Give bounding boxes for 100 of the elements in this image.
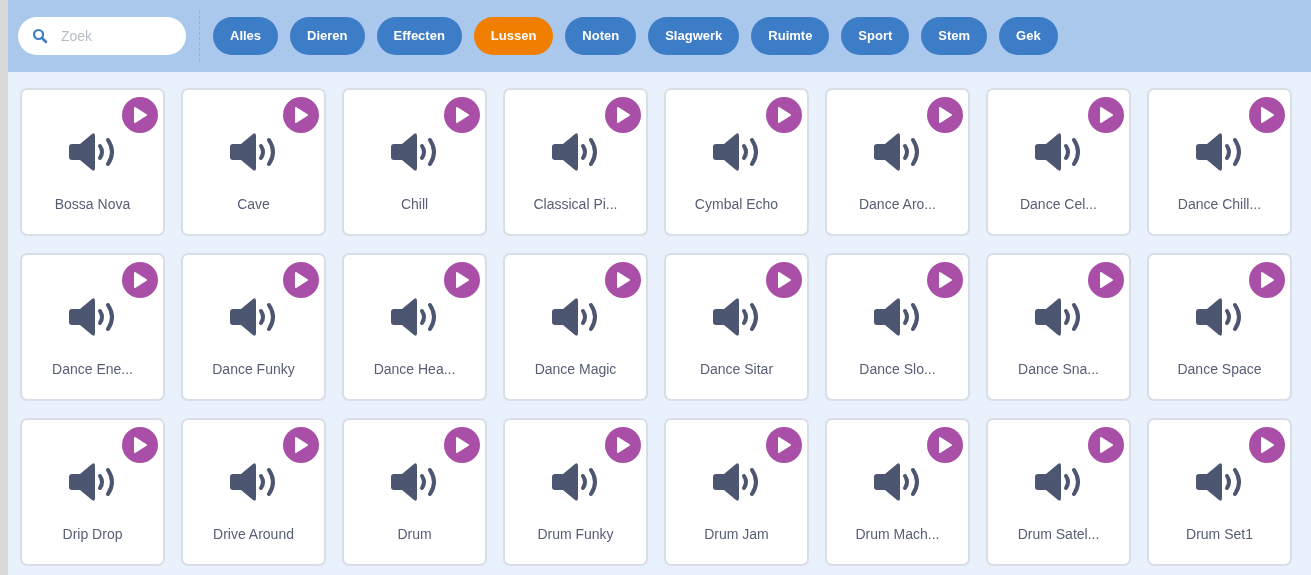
- play-icon: [1259, 106, 1275, 124]
- play-icon: [937, 271, 953, 289]
- sound-name: Dance Slo...: [859, 360, 936, 379]
- sound-name: Drum Mach...: [855, 525, 940, 544]
- play-icon: [454, 271, 470, 289]
- sound-name: Dance Sna...: [1018, 360, 1099, 379]
- sound-card[interactable]: Dance Funky: [181, 253, 326, 401]
- sound-card[interactable]: Drip Drop: [20, 418, 165, 566]
- search-field[interactable]: Zoek: [18, 17, 186, 55]
- category-tab[interactable]: Alles: [213, 17, 279, 55]
- play-button[interactable]: [1249, 262, 1285, 298]
- sound-name: Drum Funky: [537, 525, 614, 544]
- sound-name: Classical Pi...: [533, 195, 618, 214]
- play-icon: [1098, 271, 1114, 289]
- play-icon: [293, 436, 309, 454]
- sound-card[interactable]: Drum Satel...: [986, 418, 1131, 566]
- category-tab[interactable]: Ruimte: [751, 17, 830, 55]
- sound-card[interactable]: Drum Jam: [664, 418, 809, 566]
- play-button[interactable]: [927, 427, 963, 463]
- play-button[interactable]: [1249, 427, 1285, 463]
- play-icon: [132, 436, 148, 454]
- sound-card[interactable]: Dance Sna...: [986, 253, 1131, 401]
- play-icon: [776, 436, 792, 454]
- play-button[interactable]: [927, 262, 963, 298]
- play-icon: [132, 271, 148, 289]
- sound-card[interactable]: Dance Cel...: [986, 88, 1131, 236]
- search-icon: [32, 28, 48, 44]
- sound-card[interactable]: Dance Sitar: [664, 253, 809, 401]
- play-button[interactable]: [1249, 97, 1285, 133]
- play-button[interactable]: [927, 97, 963, 133]
- sound-card[interactable]: Dance Space: [1147, 253, 1292, 401]
- sound-name: Dance Cel...: [1019, 195, 1097, 214]
- sound-card[interactable]: Drum Mach...: [825, 418, 970, 566]
- sound-name: Dance Space: [1177, 360, 1262, 379]
- sound-card[interactable]: Dance Chill...: [1147, 88, 1292, 236]
- sound-card[interactable]: Chill: [342, 88, 487, 236]
- sound-card[interactable]: Dance Hea...: [342, 253, 487, 401]
- category-tab[interactable]: Noten: [565, 17, 637, 55]
- sound-card[interactable]: Dance Aro...: [825, 88, 970, 236]
- sound-name: Dance Ene...: [52, 360, 133, 379]
- play-icon: [454, 436, 470, 454]
- sound-name: Drum Set1: [1186, 525, 1253, 544]
- sound-card[interactable]: Cymbal Echo: [664, 88, 809, 236]
- play-button[interactable]: [1088, 427, 1124, 463]
- play-icon: [1259, 271, 1275, 289]
- sound-name: Cave: [237, 195, 270, 214]
- play-button[interactable]: [444, 97, 480, 133]
- sound-name: Dance Funky: [212, 360, 295, 379]
- play-icon: [293, 271, 309, 289]
- category-tab[interactable]: Effecten: [376, 17, 462, 55]
- sound-card[interactable]: Classical Pi...: [503, 88, 648, 236]
- play-icon: [776, 106, 792, 124]
- sound-name: Cymbal Echo: [694, 195, 779, 214]
- sound-card[interactable]: Cave: [181, 88, 326, 236]
- sound-card[interactable]: Drum Funky: [503, 418, 648, 566]
- play-button[interactable]: [283, 262, 319, 298]
- category-tab[interactable]: Stem: [921, 17, 988, 55]
- play-icon: [454, 106, 470, 124]
- category-tab[interactable]: Slagwerk: [648, 17, 740, 55]
- sound-name: Drip Drop: [62, 525, 123, 544]
- sound-card[interactable]: Drum: [342, 418, 487, 566]
- sound-card[interactable]: Dance Slo...: [825, 253, 970, 401]
- play-button[interactable]: [1088, 97, 1124, 133]
- play-button[interactable]: [122, 427, 158, 463]
- sound-name: Dance Chill...: [1177, 195, 1262, 214]
- play-button[interactable]: [766, 427, 802, 463]
- play-button[interactable]: [444, 427, 480, 463]
- sound-card[interactable]: Dance Magic: [503, 253, 648, 401]
- category-tab[interactable]: Gek: [999, 17, 1058, 55]
- sound-name: Dance Aro...: [858, 195, 936, 214]
- sound-card[interactable]: Bossa Nova: [20, 88, 165, 236]
- play-button[interactable]: [122, 262, 158, 298]
- sound-name: Drive Around: [213, 525, 294, 544]
- play-button[interactable]: [605, 97, 641, 133]
- play-button[interactable]: [766, 97, 802, 133]
- play-button[interactable]: [605, 427, 641, 463]
- play-button[interactable]: [444, 262, 480, 298]
- sound-name: Dance Sitar: [699, 360, 774, 379]
- play-icon: [1259, 436, 1275, 454]
- play-icon: [132, 106, 148, 124]
- play-button[interactable]: [766, 262, 802, 298]
- play-button[interactable]: [283, 427, 319, 463]
- play-icon: [937, 106, 953, 124]
- category-tab[interactable]: Sport: [841, 17, 910, 55]
- play-icon: [1098, 106, 1114, 124]
- play-button[interactable]: [122, 97, 158, 133]
- play-button[interactable]: [605, 262, 641, 298]
- sound-name: Bossa Nova: [54, 195, 131, 214]
- category-tab[interactable]: Dieren: [290, 17, 365, 55]
- play-icon: [615, 271, 631, 289]
- sound-name: Dance Hea...: [373, 360, 456, 379]
- sound-card[interactable]: Drive Around: [181, 418, 326, 566]
- play-icon: [615, 436, 631, 454]
- play-button[interactable]: [283, 97, 319, 133]
- sound-name: Drum: [397, 525, 432, 544]
- play-button[interactable]: [1088, 262, 1124, 298]
- play-icon: [937, 436, 953, 454]
- sound-card[interactable]: Dance Ene...: [20, 253, 165, 401]
- sound-card[interactable]: Drum Set1: [1147, 418, 1292, 566]
- sound-name: Drum Jam: [704, 525, 769, 544]
